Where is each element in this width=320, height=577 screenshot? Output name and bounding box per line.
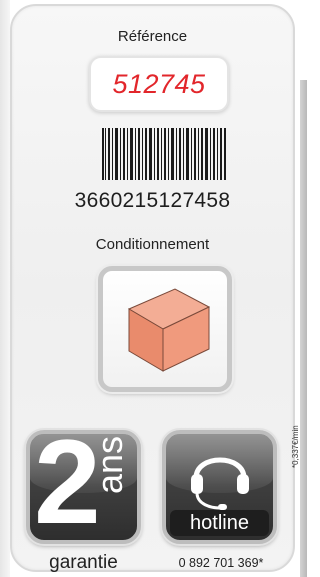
brick-box-icon bbox=[127, 288, 211, 372]
hotline-phone[interactable]: 0 892 701 369* bbox=[160, 556, 282, 570]
background-stripe-left bbox=[0, 0, 10, 577]
barcode-graphic bbox=[102, 128, 226, 180]
barcode-number: 3660215127458 bbox=[74, 189, 231, 212]
packaging-icon-frame bbox=[98, 266, 232, 392]
reference-label: Référence bbox=[117, 28, 188, 45]
packaging-label: Conditionnement bbox=[95, 236, 210, 253]
hotline-tile[interactable]: hotline bbox=[162, 430, 277, 544]
warranty-unit: ans bbox=[89, 435, 130, 494]
warranty-caption: garantie bbox=[49, 552, 118, 573]
headset-icon bbox=[191, 457, 249, 510]
reference-value: 512745 bbox=[112, 68, 206, 99]
warranty-tile: 2 ans bbox=[26, 430, 141, 544]
hotline-rate-note: *0,337€/min bbox=[291, 425, 300, 468]
background-stripe-right bbox=[300, 80, 307, 577]
hotline-badge: hotline bbox=[170, 510, 269, 536]
reference-value-box: 512745 bbox=[89, 56, 229, 112]
